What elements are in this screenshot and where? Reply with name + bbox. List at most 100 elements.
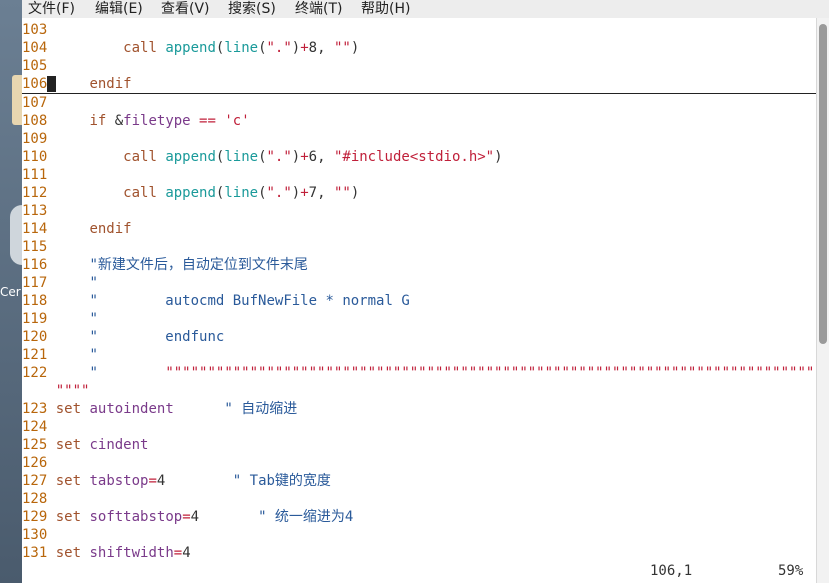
editor-line: 116 "新建文件后，自动定位到文件末尾 bbox=[22, 256, 816, 274]
line-number: 127 bbox=[22, 473, 48, 489]
menu-edit[interactable]: 编辑(E) bbox=[95, 0, 143, 18]
code-token: 8, bbox=[308, 40, 334, 56]
code-token: " autocmd BufNewFile * normal G bbox=[89, 293, 410, 309]
code-token: == bbox=[199, 113, 216, 129]
code-token: " bbox=[89, 311, 98, 327]
editor-line: 122 " """"""""""""""""""""""""""""""""""… bbox=[22, 364, 816, 382]
line-number: 109 bbox=[22, 131, 48, 147]
code-token: 4 bbox=[156, 473, 233, 489]
line-number: 113 bbox=[22, 203, 48, 219]
editor-line: 107 bbox=[22, 94, 816, 112]
code-token: shiftwidth bbox=[89, 545, 174, 561]
cursor-position: 106,1 bbox=[650, 563, 693, 579]
code-token: 4 bbox=[182, 545, 191, 561]
menu-terminal[interactable]: 终端(T) bbox=[295, 0, 342, 18]
editor-line: 113 bbox=[22, 202, 816, 220]
editor-line: 117 " bbox=[22, 274, 816, 292]
line-number: 104 bbox=[22, 40, 48, 56]
editor-line: 104 call append(line(".")+8, "") bbox=[22, 39, 816, 57]
menu-search[interactable]: 搜索(S) bbox=[228, 0, 276, 18]
line-number: 129 bbox=[22, 509, 48, 525]
vim-status-line: 106,1 59% bbox=[22, 562, 816, 580]
wrapped-line: """" bbox=[22, 382, 816, 400]
code-token: & bbox=[106, 113, 124, 129]
editor-line: 118 " autocmd BufNewFile * normal G bbox=[22, 292, 816, 310]
line-number: 110 bbox=[22, 149, 48, 165]
code-token: line bbox=[224, 40, 259, 56]
code-token: " 自动缩进 bbox=[224, 401, 298, 417]
line-number: 117 bbox=[22, 275, 48, 291]
line-number: 103 bbox=[22, 22, 48, 38]
scroll-percent: 59% bbox=[778, 563, 804, 579]
code-token: + bbox=[300, 149, 309, 165]
code-token: = bbox=[182, 509, 191, 525]
code-token: " 统一缩进为4 bbox=[258, 509, 354, 525]
code-token: set bbox=[55, 437, 82, 453]
line-number: 112 bbox=[22, 185, 48, 201]
code-token: call bbox=[123, 149, 157, 165]
code-token: set bbox=[55, 545, 82, 561]
desktop-folder-icon[interactable] bbox=[12, 75, 22, 125]
editor-line: 109 bbox=[22, 130, 816, 148]
line-number: 118 bbox=[22, 293, 48, 309]
code-token: set bbox=[55, 509, 82, 525]
editor-line: 131 set shiftwidth=4 bbox=[22, 544, 816, 562]
code-token: set bbox=[55, 401, 82, 417]
code-token: 'c' bbox=[224, 113, 250, 129]
editor-line: 105 bbox=[22, 57, 816, 75]
code-token: + bbox=[300, 185, 309, 201]
line-number: 108 bbox=[22, 113, 48, 129]
menu-view[interactable]: 查看(V) bbox=[161, 0, 210, 18]
code-token: " bbox=[89, 365, 166, 381]
code-token: ) bbox=[291, 185, 301, 201]
editor-line: 125 set cindent bbox=[22, 436, 816, 454]
editor-line: 127 set tabstop=4 " Tab键的宽度 bbox=[22, 472, 816, 490]
scrollbar-thumb[interactable] bbox=[819, 24, 827, 344]
code-token: line bbox=[224, 149, 259, 165]
code-token: = bbox=[148, 473, 157, 489]
code-token: ( bbox=[258, 149, 267, 165]
code-token: "" bbox=[333, 40, 351, 56]
desktop-background: Cer bbox=[0, 0, 22, 583]
code-token: " Tab键的宽度 bbox=[232, 473, 331, 489]
line-number: 107 bbox=[22, 95, 48, 111]
terminal-scrollbar[interactable] bbox=[816, 18, 829, 583]
code-token: 4 bbox=[190, 509, 259, 525]
code-token: ) bbox=[291, 40, 301, 56]
wrapped-text: """" bbox=[55, 383, 90, 399]
line-number: 106 bbox=[22, 76, 48, 92]
line-number: 122 bbox=[22, 365, 48, 381]
code-token: " endfunc bbox=[89, 329, 225, 345]
editor-lines: 103 104 call append(line(".")+8, "") 105 … bbox=[22, 21, 816, 562]
code-token: append bbox=[165, 185, 216, 201]
desktop-disc-icon[interactable] bbox=[10, 205, 22, 265]
code-token: "" bbox=[333, 185, 351, 201]
editor-line: 103 bbox=[22, 21, 816, 39]
code-token: filetype bbox=[123, 113, 191, 129]
menu-help[interactable]: 帮助(H) bbox=[361, 0, 410, 18]
line-number: 105 bbox=[22, 58, 48, 74]
line-number: 125 bbox=[22, 437, 48, 453]
line-number: 120 bbox=[22, 329, 48, 345]
editor-line: 129 set softtabstop=4 " 统一缩进为4 bbox=[22, 508, 816, 526]
code-token: set bbox=[55, 473, 82, 489]
code-token: = bbox=[173, 545, 183, 561]
desktop-icon-label: Cer bbox=[0, 285, 21, 299]
editor-line: 111 bbox=[22, 166, 816, 184]
code-token: append bbox=[165, 40, 216, 56]
editor-line: 124 bbox=[22, 418, 816, 436]
menu-file[interactable]: 文件(F) bbox=[28, 0, 75, 18]
editor-line: 128 bbox=[22, 490, 816, 508]
editor-line: 126 bbox=[22, 454, 816, 472]
line-number: 124 bbox=[22, 419, 48, 435]
code-token: append bbox=[165, 149, 216, 165]
editor-line: 106 endif bbox=[22, 75, 816, 94]
code-token: "." bbox=[266, 185, 292, 201]
line-number: 126 bbox=[22, 455, 48, 471]
line-number: 131 bbox=[22, 545, 48, 561]
terminal-text-area[interactable]: 103 104 call append(line(".")+8, "") 105 … bbox=[22, 18, 816, 583]
editor-line: 123 set autoindent " 自动缩进 bbox=[22, 400, 816, 418]
